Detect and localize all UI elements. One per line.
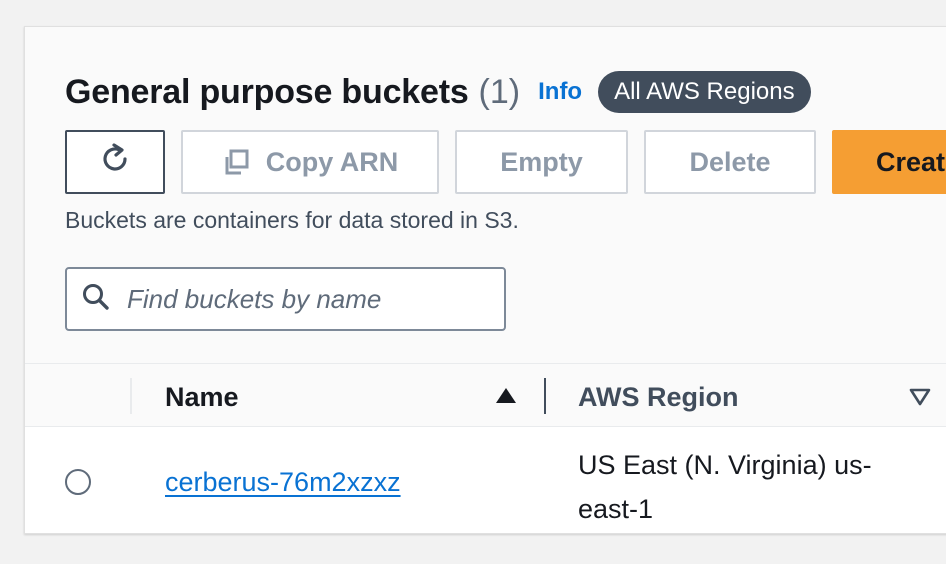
bucket-name-link[interactable]: cerberus-76m2xzxz — [165, 467, 401, 498]
copy-icon — [222, 148, 250, 176]
create-label: Creat — [876, 146, 946, 177]
info-link[interactable]: Info — [538, 78, 582, 106]
column-header-region[interactable]: AWS Region — [578, 382, 739, 413]
copy-arn-button[interactable]: Copy ARN — [181, 130, 439, 194]
title-row: General purpose buckets (1) Info All AWS… — [65, 71, 811, 113]
column-resize-handle[interactable] — [544, 378, 546, 414]
search-icon — [81, 282, 111, 317]
delete-button[interactable]: Delete — [644, 130, 816, 194]
empty-button[interactable]: Empty — [455, 130, 628, 194]
bucket-count: (1) — [478, 72, 521, 111]
panel-header: General purpose buckets (1) Info All AWS… — [25, 27, 946, 363]
sort-descending-icon[interactable] — [909, 388, 931, 411]
page-title: General purpose buckets — [65, 72, 469, 111]
delete-label: Delete — [689, 146, 771, 177]
refresh-button[interactable] — [65, 130, 165, 194]
row-select-radio[interactable] — [65, 469, 91, 495]
search-field[interactable] — [65, 267, 506, 331]
sort-ascending-icon[interactable] — [495, 387, 517, 410]
search-input[interactable] — [127, 283, 487, 315]
panel-description: Buckets are containers for data stored i… — [65, 207, 519, 233]
table-row: cerberus-76m2xzxz US East (N. Virginia) … — [25, 427, 946, 533]
copy-arn-label: Copy ARN — [265, 146, 399, 177]
column-divider — [130, 378, 132, 414]
empty-label: Empty — [500, 146, 583, 177]
bucket-region: US East (N. Virginia) us-east-1 — [578, 450, 872, 524]
column-header-name[interactable]: Name — [165, 382, 239, 413]
refresh-icon — [97, 141, 133, 184]
create-bucket-button[interactable]: Creat — [832, 130, 946, 194]
table-header: Name AWS Region — [25, 363, 946, 427]
buckets-panel: General purpose buckets (1) Info All AWS… — [24, 26, 946, 534]
region-badge: All AWS Regions — [598, 71, 811, 113]
